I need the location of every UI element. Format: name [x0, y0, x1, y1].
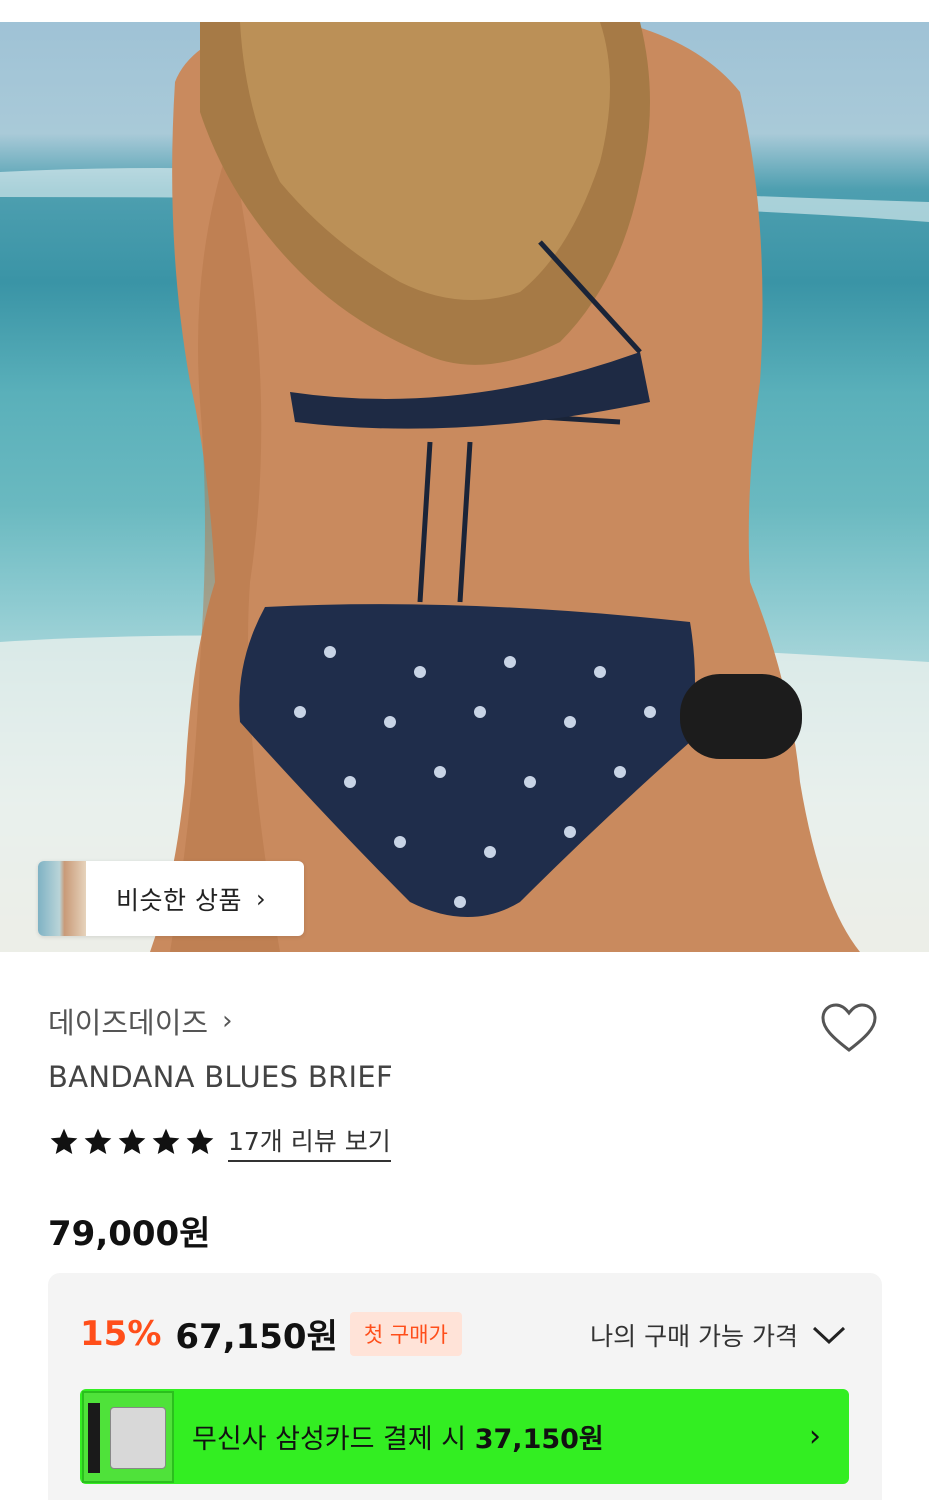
card-image [110, 1406, 166, 1469]
rating-stars [48, 1126, 216, 1158]
discount-percent: 15% [80, 1313, 162, 1354]
rating-row: 17개 리뷰 보기 [48, 1122, 391, 1162]
chevron-right-icon: › [222, 1006, 233, 1036]
card-offer-banner[interactable]: 무신사 삼성카드 결제 시 37,150원 › [80, 1389, 849, 1484]
product-page: 비슷한 상품 › 데이즈데이즈 › BANDANA BLUES BRIEF 17… [0, 0, 929, 1500]
star-icon [50, 1128, 78, 1154]
my-price-toggle[interactable]: 나의 구매 가능 가격 [590, 1317, 846, 1353]
card-offer-prefix: 무신사 삼성카드 결제 시 [192, 1424, 475, 1455]
discount-panel: 15% 67,150원 첫 구매가 나의 구매 가능 가격 무신사 삼성카드 결… [48, 1273, 882, 1500]
star-icon [118, 1128, 146, 1154]
chevron-right-icon: › [809, 1419, 821, 1454]
similar-products-button[interactable]: 비슷한 상품 › [38, 861, 304, 936]
discount-price: 67,150원 [175, 1317, 338, 1357]
brand-name: 데이즈데이즈 [48, 1006, 209, 1040]
star-icon [152, 1128, 180, 1154]
chevron-down-icon [812, 1326, 846, 1345]
card-offer-text: 무신사 삼성카드 결제 시 37,150원 [192, 1417, 809, 1456]
heart-icon[interactable] [820, 1002, 878, 1054]
card-thumbnail [82, 1390, 174, 1483]
first-purchase-badge: 첫 구매가 [349, 1311, 462, 1356]
star-icon [84, 1128, 112, 1154]
product-name: BANDANA BLUES BRIEF [48, 1060, 393, 1094]
product-photo [0, 22, 929, 952]
discount-row: 15% 67,150원 첫 구매가 [80, 1309, 462, 1358]
my-price-label: 나의 구매 가능 가격 [590, 1322, 798, 1351]
brand-link[interactable]: 데이즈데이즈 › [48, 1000, 233, 1042]
review-link[interactable]: 17개 리뷰 보기 [228, 1122, 391, 1162]
original-price: 79,000원 [48, 1214, 211, 1254]
similar-thumbnail [38, 861, 86, 936]
card-offer-amount: 37,150원 [474, 1424, 604, 1455]
product-image[interactable]: 비슷한 상품 › [0, 22, 929, 952]
chevron-right-icon: › [255, 884, 266, 913]
card-brand-mark [88, 1402, 100, 1473]
star-icon [186, 1128, 214, 1154]
similar-label: 비슷한 상품 [116, 885, 242, 915]
